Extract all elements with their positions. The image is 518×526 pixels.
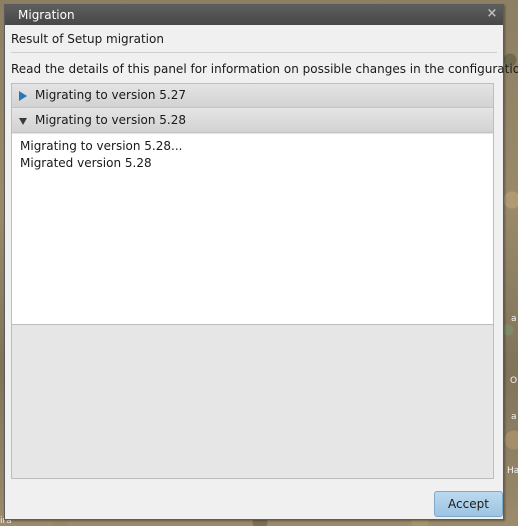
map-label: O xyxy=(510,376,518,386)
log-line: Migrated version 5.28 xyxy=(20,156,152,170)
accordion-content-5-28: Migrating to version 5.28... Migrated ve… xyxy=(12,134,493,325)
accept-button[interactable]: Accept xyxy=(434,491,503,517)
close-icon[interactable]: × xyxy=(485,6,499,22)
map-label: a xyxy=(511,412,517,422)
accordion-header-label: Migrating to version 5.27 xyxy=(35,88,187,102)
migration-details-panel: Migrating to version 5.27 Migrating to v… xyxy=(11,83,494,479)
info-text: Read the details of this panel for infor… xyxy=(11,62,518,76)
triangle-right-icon xyxy=(19,91,27,101)
triangle-down-icon xyxy=(19,118,27,125)
migration-dialog: Migration × Result of Setup migration Re… xyxy=(4,4,518,520)
dialog-subtitle: Result of Setup migration xyxy=(11,32,164,46)
log-line: Migrating to version 5.28... xyxy=(20,139,183,153)
dialog-title: Migration xyxy=(18,8,75,22)
divider xyxy=(11,52,497,53)
map-label: a xyxy=(511,314,517,324)
map-label: Ha xyxy=(507,466,518,476)
dialog-titlebar[interactable]: Migration × xyxy=(5,5,503,25)
accordion-header-5-28[interactable]: Migrating to version 5.28 xyxy=(12,109,493,133)
accordion-header-label: Migrating to version 5.28 xyxy=(35,113,187,127)
accordion-header-5-27[interactable]: Migrating to version 5.27 xyxy=(12,84,493,108)
